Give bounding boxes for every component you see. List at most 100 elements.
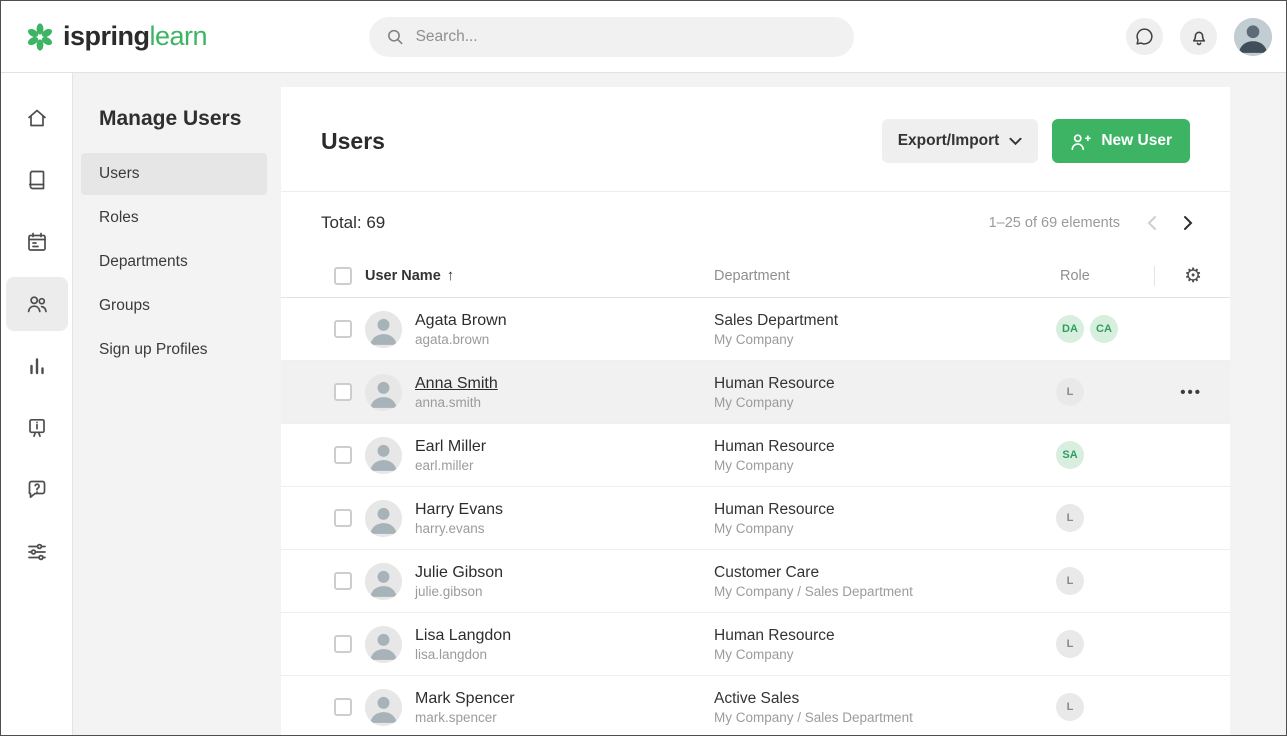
pagination-next-button[interactable] [1174,209,1202,237]
bell-icon [1188,26,1210,48]
column-settings-gear-icon[interactable]: ⚙ [1184,266,1202,286]
table-header: User Name ↑ Department Role ⚙ [281,254,1230,298]
search-input[interactable] [416,28,838,46]
app-logo[interactable]: ispringlearn [25,21,207,52]
sidebar-item[interactable]: Departments [81,241,267,283]
row-checkbox[interactable] [334,446,352,464]
user-login: lisa.langdon [415,647,511,662]
table-row[interactable]: Agata Brown agata.brown Sales Department… [281,298,1230,361]
role-badges: SA [1054,441,1154,469]
role-badges: L [1054,630,1154,658]
column-header-department[interactable]: Department [714,268,1054,284]
user-name[interactable]: Mark Spencer [415,690,515,708]
sidebar-item-label: Users [99,165,139,183]
bar-chart-icon [25,354,49,378]
user-login: anna.smith [415,395,498,410]
department-name: Human Resource [714,501,1054,519]
role-badges: L [1054,693,1154,721]
row-checkbox[interactable] [334,320,352,338]
sidebar-item[interactable]: Groups [81,285,267,327]
chevron-right-icon [1183,215,1193,231]
user-avatar[interactable] [1234,18,1272,56]
ispring-flower-icon [25,22,55,52]
department-name: Human Resource [714,627,1054,645]
table-row[interactable]: Earl Miller earl.miller Human Resource M… [281,424,1230,487]
role-badge: L [1056,378,1084,406]
role-badges: L [1054,567,1154,595]
avatar [365,437,402,474]
user-photo [1234,18,1272,56]
user-name[interactable]: Harry Evans [415,501,503,519]
department-path: My Company [714,521,1054,536]
export-import-button[interactable]: Export/Import [882,119,1039,163]
nav-support[interactable] [6,463,68,517]
department-path: My Company [714,395,1054,410]
avatar [365,374,402,411]
row-checkbox[interactable] [334,383,352,401]
user-name[interactable]: Agata Brown [415,312,507,330]
add-user-icon [1070,132,1091,151]
users-icon [25,292,49,316]
user-name[interactable]: Julie Gibson [415,564,503,582]
role-badge: DA [1056,315,1084,343]
sidebar-item[interactable]: Sign up Profiles [81,329,267,371]
sidebar-item[interactable]: Roles [81,197,267,239]
department-name: Customer Care [714,564,1054,582]
messages-button[interactable] [1126,18,1163,55]
icon-rail [1,73,73,735]
home-icon [25,106,49,130]
row-checkbox[interactable] [334,509,352,527]
role-badge: CA [1090,315,1118,343]
row-menu-button[interactable]: ••• [1180,384,1202,401]
sidebar-item[interactable]: Users [81,153,267,195]
nav-home[interactable] [6,91,68,145]
main-area: Users Export/Import [281,73,1286,735]
nav-settings[interactable] [6,525,68,579]
department-name: Human Resource [714,375,1054,393]
role-badges: L [1054,504,1154,532]
row-checkbox[interactable] [334,698,352,716]
logo-text: ispringlearn [63,21,207,52]
table-row[interactable]: Mark Spencer mark.spencer Active Sales M… [281,676,1230,735]
header-divider [1154,266,1155,286]
column-header-role[interactable]: Role [1054,268,1154,284]
table-row[interactable]: Lisa Langdon lisa.langdon Human Resource… [281,613,1230,676]
nav-content[interactable] [6,153,68,207]
nav-reports[interactable] [6,339,68,393]
book-icon [25,168,49,192]
user-name[interactable]: Anna Smith [415,375,498,393]
table-row[interactable]: Harry Evans harry.evans Human Resource M… [281,487,1230,550]
table-row[interactable]: Julie Gibson julie.gibson Customer Care … [281,550,1230,613]
select-all-checkbox[interactable] [334,267,352,285]
user-name[interactable]: Lisa Langdon [415,627,511,645]
manage-users-sidebar: Manage Users Users Roles Departments Groups… [73,73,281,735]
column-header-user-name[interactable]: User Name ↑ [365,267,714,284]
topbar: ispringlearn [1,1,1286,73]
role-badge: L [1056,693,1084,721]
nav-users[interactable] [6,277,68,331]
table-row[interactable]: Anna Smith anna.smith Human Resource My … [281,361,1230,424]
row-checkbox[interactable] [334,572,352,590]
nav-calendar[interactable] [6,215,68,269]
user-name[interactable]: Earl Miller [415,438,486,456]
row-checkbox[interactable] [334,635,352,653]
new-user-button[interactable]: New User [1052,119,1190,163]
page-title: Manage Users [99,107,267,131]
users-title: Users [321,128,385,155]
role-badges: DACA [1054,315,1154,343]
notifications-button[interactable] [1180,18,1217,55]
help-chat-icon [25,478,49,502]
department-path: My Company / Sales Department [714,584,1054,599]
search-bar[interactable] [369,17,854,57]
info-board-icon [25,416,49,440]
avatar [365,500,402,537]
nav-kiosk[interactable] [6,401,68,455]
sidebar-menu: Users Roles Departments GroupsSign up Profi… [81,153,267,371]
department-path: My Company [714,647,1054,662]
topbar-actions [1126,18,1272,56]
avatar [365,563,402,600]
user-login: earl.miller [415,458,486,473]
pagination-prev-button[interactable] [1138,209,1166,237]
sliders-icon [25,540,49,564]
sidebar-item-label: Departments [99,253,188,271]
